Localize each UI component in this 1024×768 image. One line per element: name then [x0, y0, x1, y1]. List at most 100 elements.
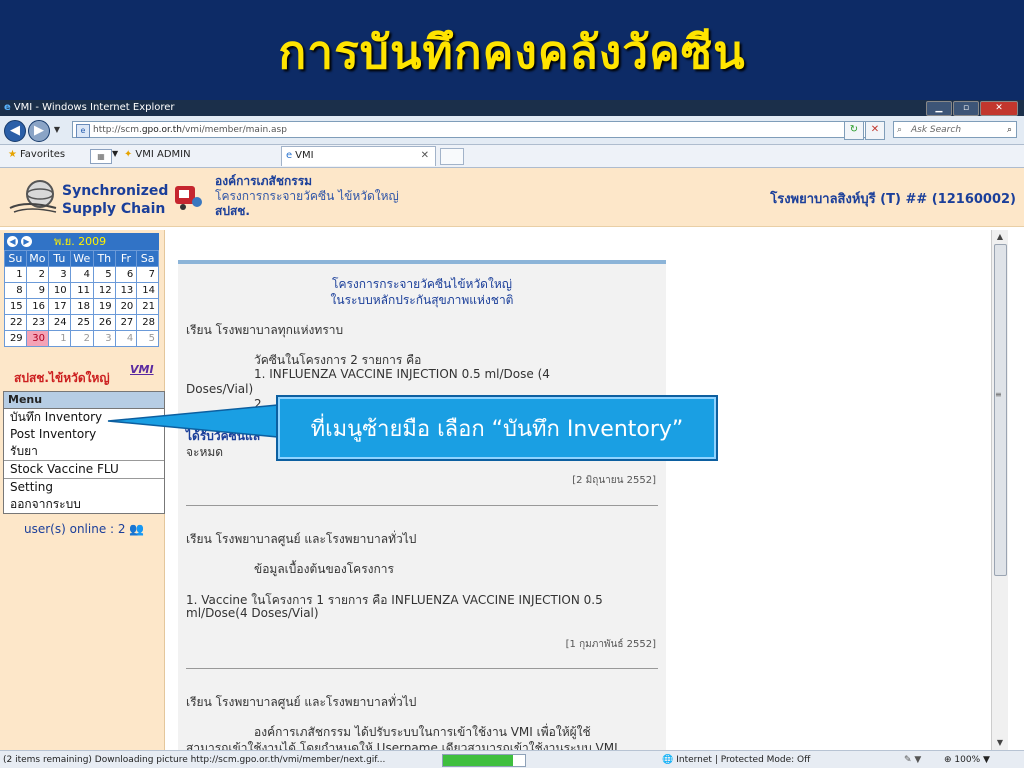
calendar-day[interactable]: 23 [25, 314, 49, 331]
prev-month-icon[interactable]: ◀ [7, 236, 18, 247]
new-tab-button[interactable] [440, 148, 464, 165]
menu-item-receive-drug[interactable]: รับยา [4, 443, 164, 460]
calendar-day[interactable]: 13 [114, 282, 138, 299]
scroll-down-icon[interactable]: ▼ [992, 736, 1008, 750]
calendar-day[interactable]: 1 [4, 266, 27, 283]
weekday-label: Tu [47, 250, 71, 267]
security-zone[interactable]: 🌐 Internet | Protected Mode: Off [662, 751, 810, 768]
ie-favicon-icon: e [286, 150, 293, 161]
calendar-day-today[interactable]: 30 [25, 330, 49, 347]
calendar-day[interactable]: 12 [92, 282, 116, 299]
calendar-day[interactable]: 16 [25, 298, 49, 315]
back-button[interactable]: ◀ [4, 120, 26, 142]
tab-vmi-admin[interactable]: ✦ VMI ADMIN [124, 149, 191, 160]
calendar-day[interactable]: 15 [4, 298, 27, 315]
download-progress-fill [443, 755, 513, 766]
weekday-label: Mo [25, 250, 49, 267]
calendar-day[interactable]: 5 [92, 266, 116, 283]
scroll-thumb[interactable] [994, 244, 1007, 576]
online-users: user(s) online : 2 👥 [24, 522, 144, 536]
calendar-day[interactable]: 6 [114, 266, 138, 283]
logo-line2: Supply Chain [62, 201, 166, 217]
calendar-day[interactable]: 28 [136, 314, 159, 331]
calendar-day[interactable]: 7 [136, 266, 159, 283]
calendar-day[interactable]: 22 [4, 314, 27, 331]
page-icon: e [76, 124, 90, 138]
search-icon[interactable]: ⌕ [1007, 122, 1012, 139]
calendar-day[interactable]: 25 [69, 314, 94, 331]
calendar-day[interactable]: 3 [92, 330, 116, 347]
tools-dropdown-icon[interactable]: ✎ ▼ [904, 751, 921, 768]
history-dropdown-icon[interactable]: ▼ [52, 120, 62, 140]
refresh-icon[interactable]: ↻ [844, 121, 864, 140]
calendar-day[interactable]: 11 [69, 282, 94, 299]
calendar-day[interactable]: 18 [69, 298, 94, 315]
quick-tabs-icon[interactable]: ▦ [90, 149, 112, 164]
maximize-button[interactable]: ▫ [953, 101, 979, 116]
scroll-up-icon[interactable]: ▲ [992, 230, 1008, 244]
instruction-callout: ที่เมนูซ้ายมือ เลือก “บันทึก Inventory” [276, 395, 718, 461]
menu-title: Menu [4, 392, 164, 409]
ie-logo-icon: e [4, 102, 11, 113]
stop-icon[interactable]: ✕ [865, 121, 885, 140]
calendar-day[interactable]: 4 [114, 330, 138, 347]
minimize-button[interactable]: ▁ [926, 101, 952, 116]
calendar-day[interactable]: 20 [114, 298, 138, 315]
calendar-day[interactable]: 14 [136, 282, 159, 299]
calendar-day[interactable]: 24 [47, 314, 71, 331]
close-window-button[interactable]: ✕ [980, 101, 1018, 116]
calendar-day[interactable]: 2 [25, 266, 49, 283]
menu-item-save-inventory[interactable]: บันทึก Inventory [4, 409, 164, 426]
search-input[interactable]: ⌕ Ask Search ⌕ [893, 121, 1017, 138]
download-progress [442, 754, 526, 767]
url-input[interactable]: e http://scm.gpo.or.th/vmi/member/main.a… [72, 121, 882, 138]
next-month-icon[interactable]: ▶ [21, 236, 32, 247]
notice-greeting: เรียน โรงพยาบาลศูนย์ และโรงพยาบาลทั่วไป [186, 695, 417, 709]
tab-vmi-admin-label: VMI ADMIN [135, 149, 191, 160]
project-name: โครงการกระจายวัคซีน ไข้หวัดใหญ่ [215, 189, 399, 203]
sidebar: ◀ ▶ พ.ย. 2009 Su Mo Tu We Th Fr Sa 1 2 3… [0, 230, 165, 750]
calendar-day[interactable]: 1 [47, 330, 71, 347]
calendar-header: ◀ ▶ พ.ย. 2009 [4, 233, 159, 250]
tab-list-dropdown-icon[interactable]: ▼ [112, 149, 118, 158]
ssc-logo-icon [9, 180, 57, 213]
vmi-admin-favicon-icon: ✦ [124, 149, 133, 160]
tab-vmi-label: VMI [295, 150, 314, 161]
status-bar: (2 items remaining) Downloading picture … [0, 750, 1024, 768]
close-tab-icon[interactable]: ✕ [421, 147, 429, 165]
dept-label: สปสช.ไข้หวัดใหญ่ [14, 371, 110, 385]
main-panel: โครงการกระจายวัคซีนไข้หวัดใหญ่ ในระบบหลั… [166, 230, 1008, 764]
tab-vmi[interactable]: e VMI ✕ [281, 146, 436, 166]
calendar-day[interactable]: 27 [114, 314, 138, 331]
notice-date: [2 มิถุนายน 2552] [572, 475, 656, 486]
forward-button[interactable]: ▶ [28, 120, 50, 142]
url-prefix: http://scm. [93, 125, 142, 135]
truck-icon [175, 186, 202, 210]
calendar-day[interactable]: 4 [69, 266, 94, 283]
org-name: องค์การเภสัชกรรม [215, 174, 313, 188]
calendar-day[interactable]: 9 [25, 282, 49, 299]
calendar-day[interactable]: 26 [92, 314, 116, 331]
calendar-month: พ.ย. 2009 [54, 235, 107, 248]
zoom-control[interactable]: ⊕ 100% ▼ [944, 751, 990, 768]
vertical-scrollbar[interactable]: ▲ ≡ ▼ [991, 230, 1008, 750]
calendar-day[interactable]: 5 [136, 330, 159, 347]
menu-item-logout[interactable]: ออกจากระบบ [4, 496, 164, 513]
calendar-day[interactable]: 17 [47, 298, 71, 315]
window-titlebar: e VMI - Windows Internet Explorer ▁ ▫ ✕ [0, 100, 1024, 116]
calendar-day[interactable]: 2 [69, 330, 94, 347]
calendar-day[interactable]: 21 [136, 298, 159, 315]
favorites-button[interactable]: ★ Favorites [8, 149, 65, 160]
calendar-day[interactable]: 3 [47, 266, 71, 283]
calendar-day[interactable]: 10 [47, 282, 71, 299]
calendar-day[interactable]: 8 [4, 282, 27, 299]
hospital-name: โรงพยาบาลสิงห์บุรี (T) ## (12160002) [770, 192, 1016, 207]
weekday-label: Sa [136, 250, 159, 267]
notice-text: ml/Dose(4 Doses/Vial) [186, 606, 319, 620]
calendar-day[interactable]: 19 [92, 298, 116, 315]
calendar-day[interactable]: 29 [4, 330, 27, 347]
menu-item-setting[interactable]: Setting [4, 478, 164, 496]
weekday-label: Su [4, 250, 27, 267]
menu-item-post-inventory[interactable]: Post Inventory [4, 426, 164, 443]
menu-item-stock-vaccine-flu[interactable]: Stock Vaccine FLU [4, 460, 164, 478]
